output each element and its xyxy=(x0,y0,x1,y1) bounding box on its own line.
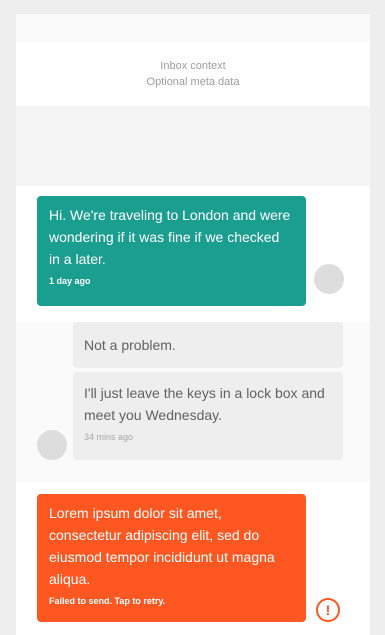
message-row-received: Not a problem. I'll just leave the keys … xyxy=(16,322,370,482)
received-message-bubble-2[interactable]: I'll just leave the keys in a lock box a… xyxy=(73,372,343,460)
spacer xyxy=(16,106,370,186)
failed-message-bubble[interactable]: Lorem ipsum dolor sit amet, consectetur … xyxy=(37,494,306,622)
received-message-1-text: Not a problem. xyxy=(84,337,176,353)
header-title: Inbox context xyxy=(160,60,226,72)
failed-message-status[interactable]: Failed to send. Tap to retry. xyxy=(49,594,294,608)
received-message-time: 34 mins ago xyxy=(84,432,134,442)
failed-message-text: Lorem ipsum dolor sit amet, consectetur … xyxy=(49,505,275,587)
message-row-sent: Hi. We're traveling to London and were w… xyxy=(16,186,370,322)
conversation-card: Inbox context Optional meta data Hi. We'… xyxy=(16,14,370,635)
sent-message-bubble[interactable]: Hi. We're traveling to London and were w… xyxy=(37,196,306,306)
received-message-2-text: I'll just leave the keys in a lock box a… xyxy=(84,385,325,423)
user-avatar xyxy=(314,264,344,294)
header-subtitle: Optional meta data xyxy=(146,76,240,88)
contact-avatar xyxy=(37,430,67,460)
received-message-bubble-1[interactable]: Not a problem. xyxy=(73,322,343,368)
sent-message-text: Hi. We're traveling to London and were w… xyxy=(49,207,291,267)
error-icon[interactable]: ! xyxy=(316,598,340,622)
message-row-failed: Lorem ipsum dolor sit amet, consectetur … xyxy=(16,482,370,635)
sent-message-time: 1 day ago xyxy=(49,276,91,286)
conversation-header: Inbox context Optional meta data xyxy=(16,42,370,106)
